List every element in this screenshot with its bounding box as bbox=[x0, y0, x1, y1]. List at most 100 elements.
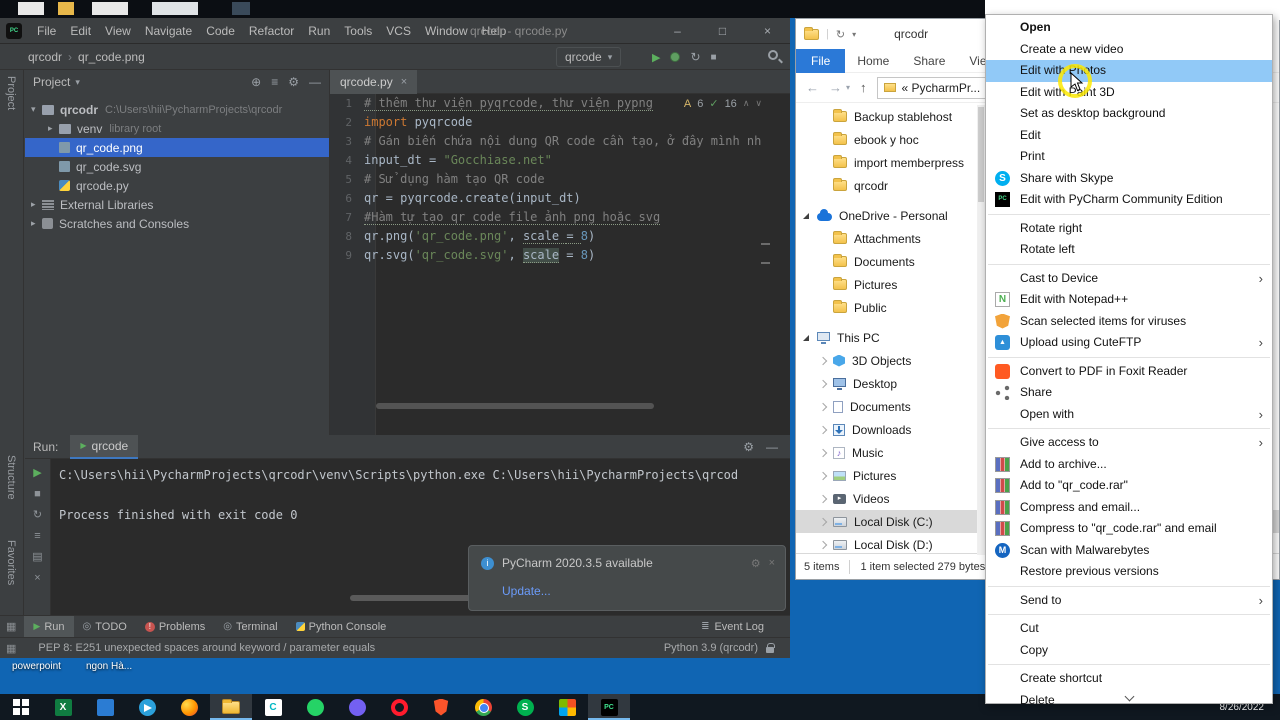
taskbar-start[interactable] bbox=[0, 694, 42, 720]
ribbon-tab-share[interactable]: Share bbox=[901, 49, 957, 73]
run-configuration-selector[interactable]: qrcode ▾ bbox=[556, 47, 622, 67]
tree-arrow-icon[interactable] bbox=[818, 379, 828, 389]
tool-tab-problems[interactable]: Problems bbox=[136, 616, 214, 637]
menubar-item-refactor[interactable]: Refactor bbox=[242, 18, 301, 44]
chevron-down-icon[interactable]: ▾ bbox=[852, 30, 856, 39]
forward-icon[interactable]: → bbox=[829, 80, 842, 95]
stripe-toggle-icon[interactable]: ▦ bbox=[6, 642, 16, 655]
tree-arrow-icon[interactable] bbox=[802, 333, 812, 343]
tool-stripe-favorites[interactable]: Favorites bbox=[5, 540, 17, 585]
menu-scroll-down-icon[interactable] bbox=[986, 691, 1272, 702]
context-menu-item-convert-to-pdf-in-foxit-reader[interactable]: Convert to PDF in Foxit Reader bbox=[986, 361, 1272, 383]
context-menu-item-copy[interactable]: Copy bbox=[986, 640, 1272, 662]
menubar-item-code[interactable]: Code bbox=[199, 18, 242, 44]
restart-icon[interactable]: ↻ bbox=[33, 509, 42, 521]
search-everywhere-icon[interactable] bbox=[768, 50, 778, 60]
run-console-output[interactable]: C:\Users\hii\PycharmProjects\qrcodr\venv… bbox=[59, 465, 738, 525]
refresh-icon[interactable]: ↻ bbox=[836, 28, 845, 41]
tree-arrow-icon[interactable] bbox=[818, 540, 828, 550]
project-panel-header[interactable]: Project ▾ ⊕ ≡ ⚙ ― bbox=[25, 70, 329, 94]
tree-arrow-icon[interactable] bbox=[818, 448, 828, 458]
project-tree-item-external-libraries[interactable]: ▸ External Libraries bbox=[25, 195, 329, 214]
context-menu-item-print[interactable]: Print bbox=[986, 146, 1272, 168]
rerun-icon[interactable]: ▶ bbox=[33, 467, 41, 479]
taskbar-purple-app[interactable] bbox=[336, 694, 378, 720]
taskbar-brave[interactable] bbox=[420, 694, 462, 720]
taskbar-ms-colors[interactable] bbox=[546, 694, 588, 720]
close-button[interactable]: × bbox=[745, 18, 790, 44]
close-icon[interactable]: × bbox=[401, 76, 407, 88]
menubar-item-view[interactable]: View bbox=[98, 18, 138, 44]
back-icon[interactable]: ← bbox=[806, 80, 819, 95]
context-menu-item-rotate-right[interactable]: Rotate right bbox=[986, 218, 1272, 240]
context-menu-item-add-to-archive[interactable]: Add to archive... bbox=[986, 454, 1272, 476]
taskbar-explorer[interactable] bbox=[210, 694, 252, 720]
taskbar-telegram[interactable] bbox=[126, 694, 168, 720]
debug-button[interactable] bbox=[670, 52, 681, 62]
filter-icon[interactable]: ≡ bbox=[271, 75, 278, 89]
tool-stripe-project[interactable]: Project bbox=[5, 76, 17, 110]
context-menu-item-edit[interactable]: Edit bbox=[986, 125, 1272, 147]
code-editor[interactable]: A 6 ✓ 16 ∧ ∨ 1 # thêm thư viện pyqrcode, … bbox=[330, 94, 790, 435]
inspections-widget[interactable]: A 6 ✓ 16 ∧ ∨ bbox=[684, 97, 762, 111]
update-link[interactable]: Update... bbox=[502, 584, 551, 598]
taskbar-excel[interactable]: X bbox=[42, 694, 84, 720]
context-menu-item-edit-with-paint-3d[interactable]: Edit with Paint 3D bbox=[986, 82, 1272, 104]
taskbar-opera[interactable] bbox=[378, 694, 420, 720]
context-menu-item-edit-with-notepad[interactable]: Edit with Notepad++ bbox=[986, 289, 1272, 311]
context-menu-item-open[interactable]: Open bbox=[986, 17, 1272, 39]
settings-gear-icon[interactable]: ⚙ bbox=[288, 75, 299, 89]
tool-tab-python-console[interactable]: Python Console bbox=[287, 616, 396, 637]
taskbar-cyan-app[interactable]: C bbox=[252, 694, 294, 720]
tool-tab-todo[interactable]: ◎ TODO bbox=[74, 616, 136, 637]
menubar-item-edit[interactable]: Edit bbox=[63, 18, 98, 44]
options-icon[interactable]: ≡ bbox=[34, 530, 40, 542]
taskbar-pycharm[interactable]: PC bbox=[588, 694, 630, 720]
softwrap-icon[interactable]: ▤ bbox=[32, 551, 42, 563]
menubar-item-vcs[interactable]: VCS bbox=[379, 18, 418, 44]
menubar-item-tools[interactable]: Tools bbox=[337, 18, 379, 44]
context-menu-item-restore-previous-versions[interactable]: Restore previous versions bbox=[986, 561, 1272, 583]
coverage-button[interactable]: ↻ bbox=[690, 50, 700, 64]
project-tree-item-qr-code-svg[interactable]: qr_code.svg bbox=[25, 157, 329, 176]
stop-button[interactable]: ■ bbox=[711, 52, 717, 63]
run-button[interactable]: ▶ bbox=[652, 51, 660, 64]
locate-file-icon[interactable]: ⊕ bbox=[251, 75, 261, 89]
close-icon[interactable]: × bbox=[769, 557, 775, 570]
context-menu-item-create-shortcut[interactable]: Create shortcut bbox=[986, 668, 1272, 690]
tool-stripe-structure[interactable]: Structure bbox=[5, 455, 17, 500]
navigation-pane-scrollbar[interactable] bbox=[977, 105, 985, 555]
menubar-item-navigate[interactable]: Navigate bbox=[138, 18, 199, 44]
context-menu-item-add-to-qr-code-rar[interactable]: Add to "qr_code.rar" bbox=[986, 475, 1272, 497]
project-tree-item-qrcode-py[interactable]: qrcode.py bbox=[25, 176, 329, 195]
context-menu-item-scan-with-malwarebytes[interactable]: Scan with Malwarebytes bbox=[986, 540, 1272, 562]
tree-arrow-icon[interactable] bbox=[818, 425, 828, 435]
menubar-item-window[interactable]: Window bbox=[418, 18, 475, 44]
prev-issue-icon[interactable]: ∧ bbox=[743, 98, 750, 109]
context-menu-item-compress-and-email[interactable]: Compress and email... bbox=[986, 497, 1272, 519]
taskbar-green-app[interactable] bbox=[294, 694, 336, 720]
tree-arrow-icon[interactable] bbox=[818, 402, 828, 412]
context-menu-item-open-with[interactable]: Open with › bbox=[986, 404, 1272, 426]
breadcrumb-project[interactable]: qrcodr bbox=[28, 50, 62, 64]
next-issue-icon[interactable]: ∨ bbox=[755, 98, 762, 109]
context-menu-item-create-a-new-video[interactable]: Create a new video bbox=[986, 39, 1272, 61]
taskbar-blue-app[interactable] bbox=[84, 694, 126, 720]
editor-tab-qrcode-py[interactable]: qrcode.py × bbox=[330, 70, 418, 94]
clear-icon[interactable]: × bbox=[34, 572, 40, 584]
tree-arrow-icon[interactable] bbox=[818, 494, 828, 504]
settings-gear-icon[interactable]: ⚙ bbox=[743, 440, 754, 454]
context-menu-item-compress-to-qr-code-rar-and-email[interactable]: Compress to "qr_code.rar" and email bbox=[986, 518, 1272, 540]
ribbon-tab-home[interactable]: Home bbox=[845, 49, 901, 73]
hide-panel-icon[interactable]: ― bbox=[309, 75, 321, 89]
breadcrumb-file[interactable]: qr_code.png bbox=[78, 50, 145, 64]
context-menu-item-upload-using-cuteftp[interactable]: Upload using CuteFTP › bbox=[986, 332, 1272, 354]
tree-arrow-icon[interactable] bbox=[818, 356, 828, 366]
menubar-item-file[interactable]: File bbox=[30, 18, 63, 44]
scrollbar-thumb[interactable] bbox=[978, 107, 984, 202]
project-tree-item-qr-code-png[interactable]: qr_code.png bbox=[25, 138, 329, 157]
maximize-button[interactable]: □ bbox=[700, 18, 745, 44]
context-menu-item-scan-selected-items-for-viruses[interactable]: Scan selected items for viruses bbox=[986, 311, 1272, 333]
context-menu-item-share-with-skype[interactable]: Share with Skype bbox=[986, 168, 1272, 190]
pycharm-titlebar[interactable]: PC File Edit View Navigate Code Refactor Run To… bbox=[0, 18, 790, 44]
